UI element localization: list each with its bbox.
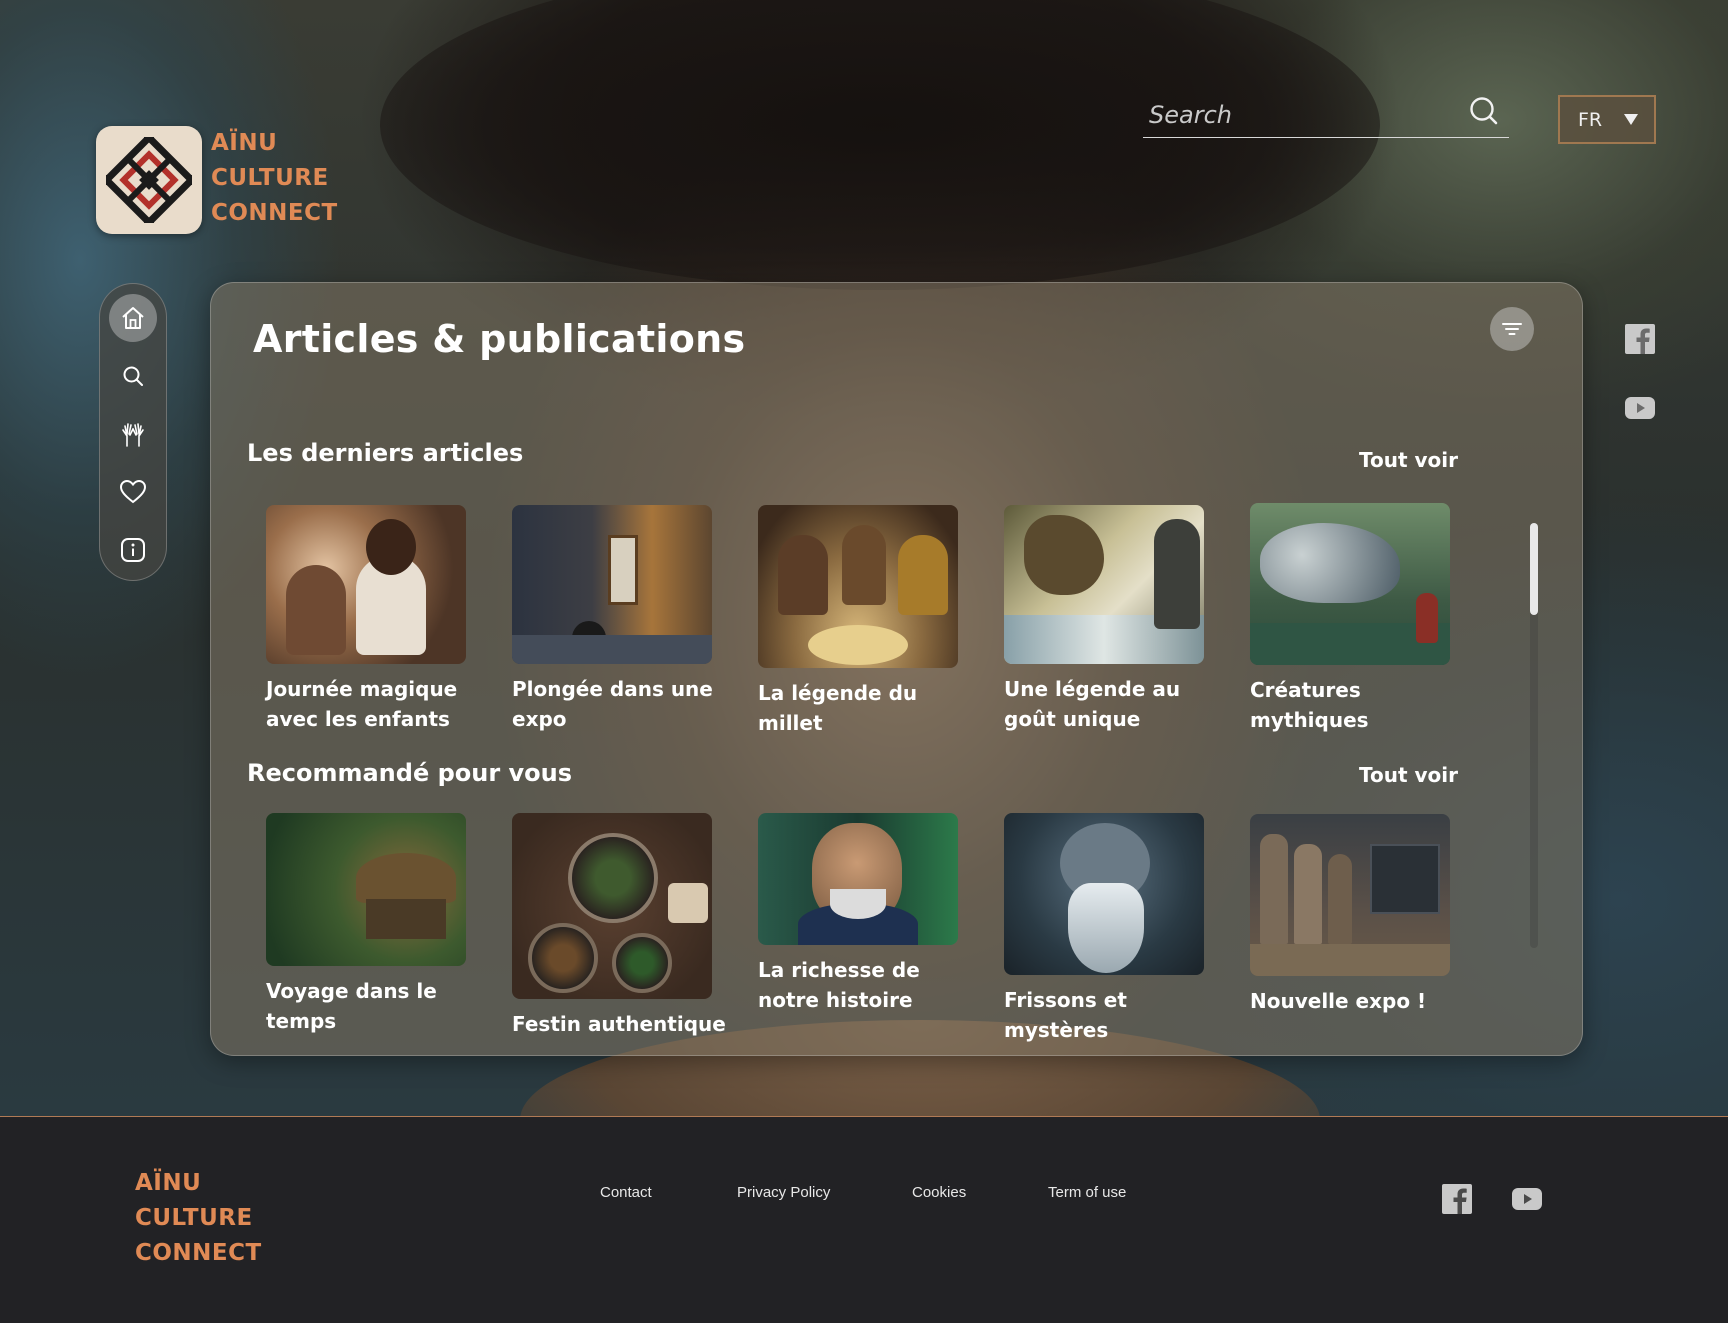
footer-link-terms[interactable]: Term of use	[1048, 1184, 1126, 1201]
youtube-icon[interactable]	[1624, 396, 1656, 420]
logo-wordmark[interactable]: AÏNU CULTURE CONNECT	[211, 126, 338, 231]
search-icon	[123, 366, 143, 386]
search-icon[interactable]	[1469, 96, 1499, 126]
ainu-pattern-icon	[106, 137, 192, 223]
see-all-latest-link[interactable]: Tout voir	[1359, 448, 1458, 472]
article-image	[512, 505, 712, 664]
page-title: Articles & publications	[253, 317, 746, 361]
logo-emblem[interactable]	[96, 126, 202, 234]
section-title-recommended: Recommandé pour vous	[247, 759, 573, 787]
article-card[interactable]: Festin authentique	[512, 813, 734, 1039]
sidebar-item-home[interactable]	[109, 294, 157, 342]
footer-divider	[0, 1116, 1728, 1117]
article-title: Voyage dans le temps	[266, 979, 437, 1033]
article-title: Plongée dans une expo	[512, 677, 713, 731]
article-title: Créatures mythiques	[1250, 678, 1369, 732]
article-card[interactable]: Plongée dans une expo	[512, 505, 734, 734]
info-icon	[121, 538, 145, 562]
article-card[interactable]: Journée magique avec les enfants	[266, 505, 488, 734]
logo-line-2: CULTURE	[211, 165, 329, 191]
language-value: FR	[1578, 108, 1603, 131]
filter-button[interactable]	[1490, 307, 1534, 351]
article-title: La légende du millet	[758, 681, 918, 735]
article-image	[1004, 813, 1204, 975]
article-title: Festin authentique	[512, 1012, 726, 1036]
article-card[interactable]: La richesse de notre histoire	[758, 813, 980, 1015]
article-image	[266, 505, 466, 664]
article-card[interactable]: La légende du millet	[758, 505, 980, 738]
heart-icon	[119, 479, 147, 504]
search-input[interactable]	[1149, 98, 1449, 132]
panel-scrollbar-thumb[interactable]	[1530, 523, 1538, 615]
article-card[interactable]: Une légende au goût unique	[1004, 505, 1226, 734]
see-all-recommended-link[interactable]: Tout voir	[1359, 763, 1458, 787]
article-card[interactable]: Créatures mythiques	[1250, 503, 1472, 735]
logo-line-1: AÏNU	[211, 130, 278, 156]
home-icon	[122, 307, 144, 329]
logo-line-3: CONNECT	[211, 200, 338, 226]
sidebar-item-culture[interactable]	[109, 410, 157, 458]
article-image	[266, 813, 466, 966]
article-card[interactable]: Frissons et mystères	[1004, 813, 1226, 1045]
footer-logo-line-3: CONNECT	[135, 1240, 262, 1266]
article-image	[758, 505, 958, 668]
article-image	[758, 813, 958, 945]
sidebar-nav	[99, 283, 167, 581]
search-bar	[1143, 90, 1509, 138]
footer-logo[interactable]: AÏNU CULTURE CONNECT	[135, 1166, 262, 1271]
footer-logo-line-1: AÏNU	[135, 1170, 202, 1196]
article-title: Une légende au goût unique	[1004, 677, 1181, 731]
chevron-down-icon	[1624, 114, 1639, 125]
article-image	[1250, 503, 1450, 665]
footer-logo-line-2: CULTURE	[135, 1205, 253, 1231]
article-card[interactable]: Voyage dans le temps	[266, 813, 488, 1036]
articles-panel: Articles & publications Les derniers art…	[210, 282, 1583, 1056]
footer-link-contact[interactable]: Contact	[600, 1184, 652, 1201]
youtube-icon[interactable]	[1511, 1187, 1543, 1211]
article-title: Journée magique avec les enfants	[266, 677, 458, 731]
section-title-latest: Les derniers articles	[247, 439, 524, 467]
hands-icon	[122, 423, 144, 447]
article-image	[1250, 814, 1450, 976]
filter-icon	[1502, 323, 1522, 335]
article-title: La richesse de notre histoire	[758, 958, 920, 1012]
article-image	[1004, 505, 1204, 664]
facebook-icon[interactable]	[1441, 1183, 1473, 1215]
article-image	[512, 813, 712, 999]
footer-link-privacy[interactable]: Privacy Policy	[737, 1184, 830, 1201]
footer-link-cookies[interactable]: Cookies	[912, 1184, 966, 1201]
facebook-icon[interactable]	[1624, 323, 1656, 355]
language-select[interactable]: FR	[1558, 95, 1656, 144]
hero-hair-shape	[380, 0, 1380, 290]
sidebar-item-favorites[interactable]	[109, 468, 157, 516]
article-title: Nouvelle expo !	[1250, 989, 1427, 1013]
article-card[interactable]: Nouvelle expo !	[1250, 814, 1472, 1016]
sidebar-item-search[interactable]	[109, 352, 157, 400]
sidebar-item-info[interactable]	[109, 526, 157, 574]
article-title: Frissons et mystères	[1004, 988, 1127, 1042]
